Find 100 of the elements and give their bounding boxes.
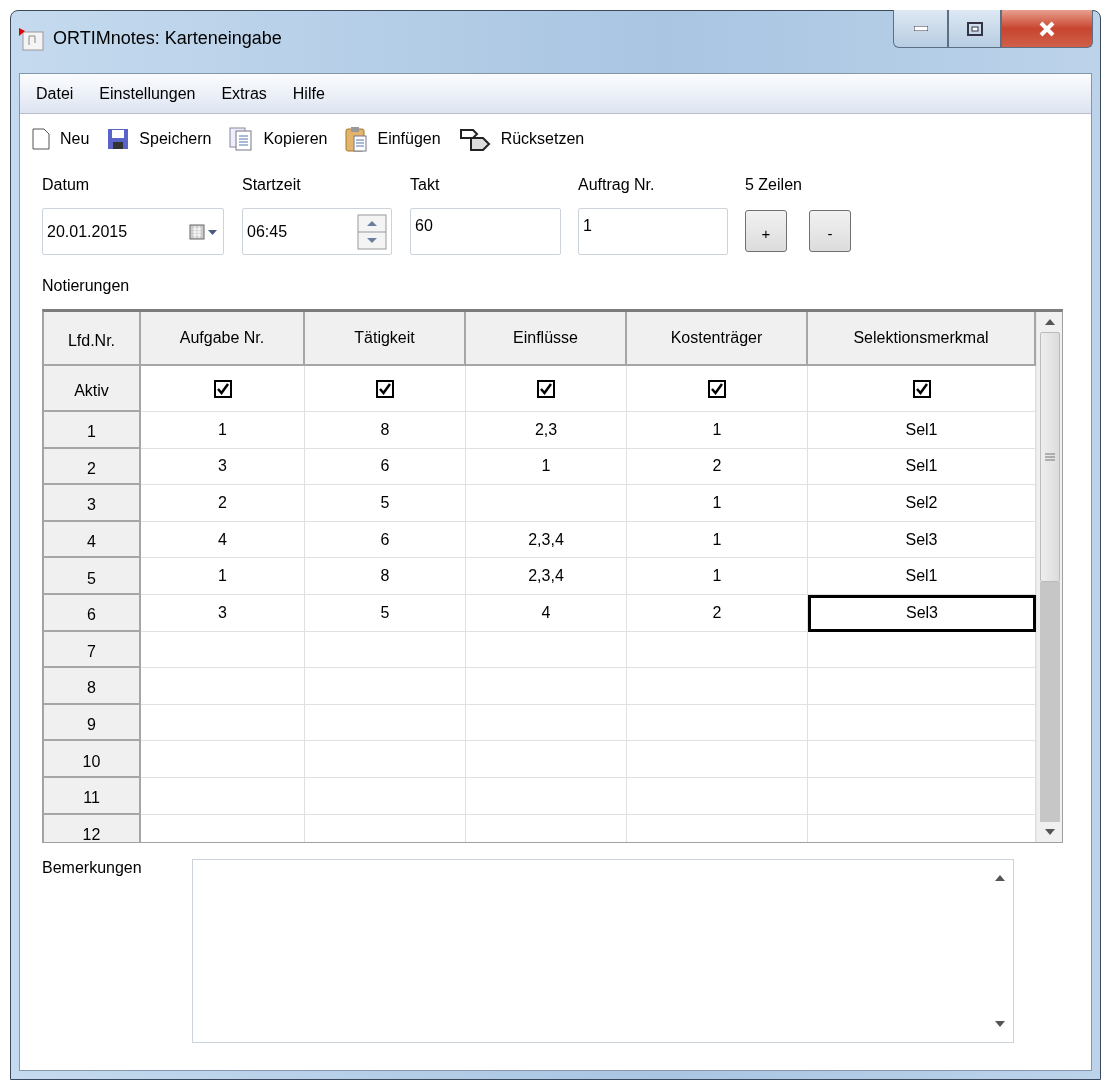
checkbox[interactable] [708,379,726,398]
table-cell[interactable] [466,631,627,669]
menu-item[interactable]: Datei [36,84,74,103]
row-header[interactable]: 2 [43,448,141,486]
minimize-button[interactable] [893,10,948,48]
toolbar-button[interactable]: Neu [32,128,90,150]
date-field[interactable]: 20.01.2015 [42,208,224,255]
table-cell[interactable]: 1 [141,558,305,595]
row-count-button[interactable]: - [809,210,851,252]
checkbox[interactable] [213,379,232,398]
table-cell[interactable]: 1 [141,412,305,449]
checkbox[interactable] [912,379,931,398]
corner-header[interactable]: Lfd.Nr. [43,312,141,366]
window-title: ORTIMnotes: Karteneingabe [53,27,282,49]
table-cell[interactable]: 4 [466,594,627,632]
scroll-down-icon[interactable] [993,1020,1006,1028]
table-cell[interactable]: 2 [627,448,808,486]
scroll-thumb[interactable] [1039,332,1060,582]
table-cell[interactable] [141,777,305,815]
table-cell[interactable]: 1 [466,448,627,486]
table-cell[interactable] [466,668,627,705]
scrollbar[interactable] [1036,312,1062,842]
table-cell[interactable]: Sel3 [808,594,1036,632]
menu-item[interactable]: Extras [221,84,267,103]
checkbox[interactable] [376,379,394,398]
table-cell[interactable] [466,741,627,778]
table-cell[interactable] [141,668,305,705]
table-cell[interactable]: 4 [141,521,305,559]
table-cell[interactable]: 2 [141,485,305,522]
table-cell[interactable]: 2 [627,594,808,632]
spinner-icon[interactable] [357,213,387,250]
close-button[interactable] [1001,10,1093,48]
maximize-button[interactable] [948,10,1001,48]
table-cell[interactable] [466,704,627,742]
row-header[interactable]: 3 [43,485,141,522]
table-cell[interactable]: 1 [627,485,808,522]
save-icon [107,128,130,150]
table-cell[interactable]: 5 [305,594,466,632]
row-header[interactable]: Aktiv [43,366,141,412]
table-cell[interactable]: 2,3,4 [466,558,627,595]
calendar-icon[interactable] [189,222,219,241]
table-cell[interactable]: 1 [627,412,808,449]
table-cell[interactable]: 5 [305,485,466,522]
row-header[interactable]: 6 [43,594,141,632]
row-header[interactable]: 9 [43,704,141,742]
toolbar-button[interactable]: Speichern [107,128,212,150]
row-header[interactable]: 10 [43,741,141,778]
column-header[interactable]: Aufgabe Nr. [141,312,305,366]
table-cell[interactable]: 1 [627,521,808,559]
table-cell[interactable]: 3 [141,594,305,632]
table-cell[interactable] [627,631,808,669]
table-cell[interactable] [305,741,466,778]
order-field[interactable]: 1 [578,208,728,255]
row-header[interactable]: 1 [43,412,141,449]
table-cell[interactable] [466,777,627,815]
table-cell[interactable]: 6 [305,521,466,559]
table-cell[interactable]: 2,3,4 [466,521,627,559]
row-header[interactable]: 12 [43,814,141,842]
table-cell[interactable]: 1 [627,558,808,595]
table-cell[interactable] [627,777,808,815]
menu-item[interactable]: Einstellungen [99,84,196,103]
row-count-button[interactable]: + [745,210,787,252]
takt-field[interactable]: 60 [410,208,561,255]
checkbox[interactable] [537,379,555,398]
row-header[interactable]: 4 [43,521,141,559]
column-header[interactable]: Kostenträger [627,312,808,366]
table-cell[interactable] [466,485,627,522]
row-header[interactable]: 8 [43,668,141,705]
menu-item[interactable]: Hilfe [292,84,325,103]
table-cell[interactable]: 8 [305,412,466,449]
scroll-up-icon[interactable] [1043,318,1056,326]
table-cell[interactable]: 2,3 [466,412,627,449]
table-cell[interactable] [141,631,305,669]
section-label: Notierungen [41,276,131,295]
remarks-field[interactable] [191,859,1014,1043]
table-cell[interactable]: 8 [305,558,466,595]
table-cell[interactable] [305,777,466,815]
table-cell[interactable] [305,704,466,742]
column-header[interactable]: Selektionsmerkmal [808,312,1036,366]
column-header[interactable]: Tätigkeit [305,312,466,366]
scroll-up-icon[interactable] [993,874,1006,882]
row-header[interactable]: 11 [43,777,141,815]
table-cell[interactable]: 6 [305,448,466,486]
row-header[interactable]: 7 [43,631,141,669]
table-cell[interactable] [627,668,808,705]
column-header[interactable]: Einflüsse [466,312,627,366]
toolbar-button[interactable]: Kopieren [229,127,328,151]
table-cell[interactable] [627,704,808,742]
table-cell[interactable] [141,741,305,778]
row-header[interactable]: 5 [43,558,141,595]
table-cell[interactable] [305,668,466,705]
time-field[interactable]: 06:45 [242,208,392,255]
toolbar-button[interactable]: Einfügen [345,126,441,152]
toolbar-button[interactable]: Rücksetzen [458,126,585,152]
table-cell[interactable] [627,741,808,778]
field-label: Startzeit [242,176,302,195]
table-cell[interactable] [141,704,305,742]
scroll-down-icon[interactable] [1043,828,1056,836]
table-cell[interactable] [305,631,466,669]
table-cell[interactable]: 3 [141,448,305,486]
